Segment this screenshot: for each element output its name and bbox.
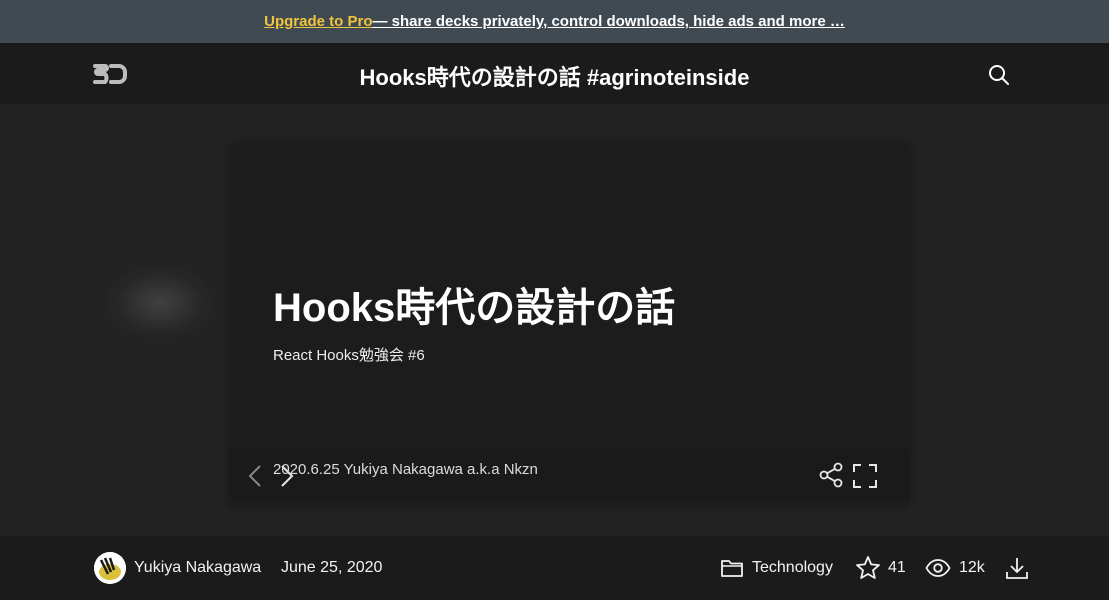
- folder-icon: [721, 560, 743, 577]
- slide-meta-text: 2020.6.25 Yukiya Nakagawa a.k.a Nkzn: [273, 461, 538, 478]
- upgrade-to-pro-link[interactable]: Upgrade to Pro: [264, 13, 372, 30]
- slide-viewer[interactable]: Hooks時代の設計の話 React Hooks勉強会 #6 2020.6.25…: [231, 145, 909, 505]
- top-navigation-bar: Hooks時代の設計の話 #agrinoteinside: [0, 43, 1109, 104]
- star-count: 41: [888, 559, 906, 576]
- deck-title: Hooks時代の設計の話 #agrinoteinside: [359, 65, 750, 90]
- deck-info-bar: Yukiya Nakagawa June 25, 2020 Technology…: [0, 536, 1109, 600]
- avatar-image: [94, 552, 126, 584]
- eye-icon: [925, 559, 951, 577]
- author-name[interactable]: Yukiya Nakagawa: [134, 559, 261, 577]
- slide-subtitle: React Hooks勉強会 #6: [273, 347, 425, 364]
- star-icon[interactable]: [855, 555, 881, 581]
- slide-title: Hooks時代の設計の話: [273, 286, 676, 330]
- previous-slide-shadow: [105, 265, 215, 340]
- fullscreen-icon[interactable]: [852, 463, 878, 489]
- share-icon[interactable]: [817, 461, 845, 489]
- view-count: 12k: [959, 559, 985, 576]
- chevron-left-icon[interactable]: [247, 464, 263, 488]
- search-icon[interactable]: [987, 63, 1011, 87]
- slide-controls: 2020.6.25 Yukiya Nakagawa a.k.a Nkzn: [231, 450, 909, 500]
- author-avatar[interactable]: [94, 552, 126, 584]
- publish-date: June 25, 2020: [281, 559, 383, 576]
- promo-details-link[interactable]: — share decks privately, control downloa…: [372, 13, 844, 30]
- promo-banner: Upgrade to Pro — share decks privately, …: [0, 0, 1109, 43]
- download-icon[interactable]: [1004, 555, 1030, 581]
- category-link[interactable]: Technology: [752, 559, 833, 577]
